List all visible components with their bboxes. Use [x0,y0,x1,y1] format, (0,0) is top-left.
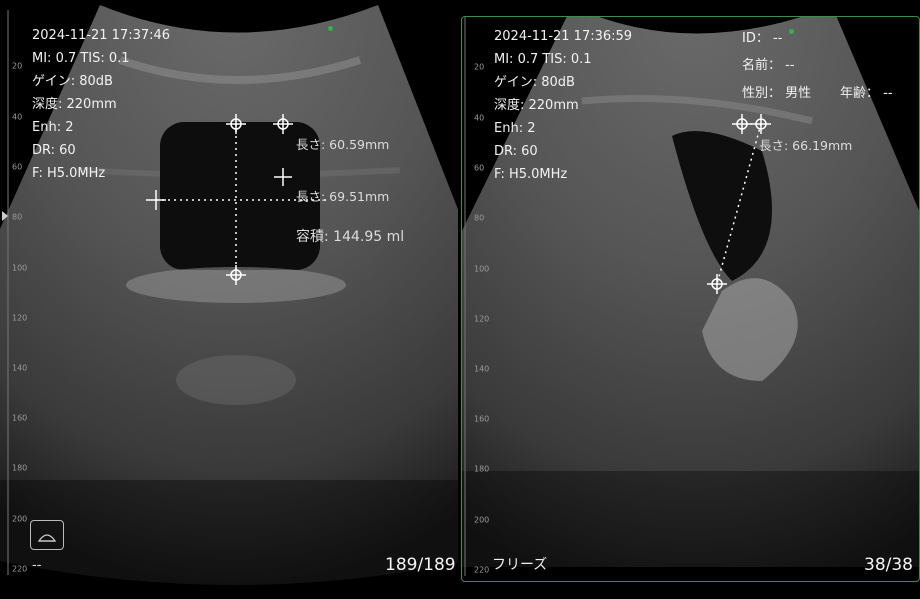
mi-tis: MI: 0.7 TIS: 0.1 [32,51,130,66]
depth-ruler: 20 40 60 80 100 120 140 160 180 200 220 [0,0,30,599]
ruler-tick: 160 [12,413,28,423]
enhancement: Enh: 2 [494,121,536,136]
ruler-tick: 200 [12,514,28,524]
patient-age: 年齢： -- [840,86,893,101]
depth: 深度: 220mm [494,98,579,113]
frequency: F: H5.0MHz [494,167,568,182]
ruler-tick: 60 [12,162,23,172]
dynamic-range: DR: 60 [32,143,76,158]
ruler-tick: 100 [12,263,28,273]
ruler-tick: 20 [12,61,23,71]
probe-icon[interactable] [30,520,64,550]
length-measurement-2: 長さ: 69.51mm [296,189,390,204]
ruler-tick: 200 [474,515,490,525]
timestamp: 2024-11-21 17:37:46 [32,28,171,43]
freeze-status[interactable]: フリーズ [492,554,547,574]
ruler-tick: 160 [474,414,490,424]
ruler-tick: 140 [12,363,28,373]
patient-sex: 性別： 男性 [742,86,812,101]
frame-counter: 38/38 [864,555,913,575]
ruler-tick: 40 [12,112,23,122]
ruler-tick: 100 [474,264,490,274]
bottom-status: -- [32,558,42,573]
ruler-tick: 220 [12,564,28,574]
ruler-tick: 20 [474,62,485,72]
ruler-tick: 80 [12,212,23,222]
length-measurement-1: 長さ: 66.19mm [759,138,853,153]
status-dot-icon [328,26,333,31]
frequency: F: H5.0MHz [32,166,106,181]
dynamic-range: DR: 60 [494,144,538,159]
timestamp: 2024-11-21 17:36:59 [494,29,633,44]
right-ultrasound-panel[interactable]: 20 40 60 80 100 120 140 160 180 200 220 … [461,16,920,582]
patient-name: 名前： -- [742,58,795,73]
frame-counter: 189/189 [385,555,456,575]
ruler-tick: 120 [474,314,490,324]
patient-id: ID： -- [742,31,783,46]
left-scan-info: 2024-11-21 17:37:46 MI: 0.7 TIS: 0.1 ゲイン… [32,24,170,185]
length-measurement-1: 長さ: 60.59mm [296,137,390,152]
ruler-tick: 140 [474,364,490,374]
depth: 深度: 220mm [32,97,117,112]
right-scan-info: 2024-11-21 17:36:59 MI: 0.7 TIS: 0.1 ゲイン… [494,25,632,186]
ruler-tick: 60 [474,163,485,173]
depth-ruler: 20 40 60 80 100 120 140 160 180 200 220 [462,17,492,581]
gain: ゲイン: 80dB [494,75,575,90]
ruler-tick: 120 [12,313,28,323]
ruler-tick: 180 [12,463,28,473]
status-dot-icon [789,29,794,34]
gain: ゲイン: 80dB [32,74,113,89]
ruler-tick: 80 [474,213,485,223]
volume-measurement: 容積: 144.95 ml [296,229,405,245]
ruler-tick: 220 [474,565,490,575]
ruler-tick: 180 [474,464,490,474]
left-ultrasound-panel[interactable]: 20 40 60 80 100 120 140 160 180 200 220 … [0,0,458,599]
mi-tis: MI: 0.7 TIS: 0.1 [494,52,592,67]
enhancement: Enh: 2 [32,120,74,135]
ruler-tick: 40 [474,113,485,123]
